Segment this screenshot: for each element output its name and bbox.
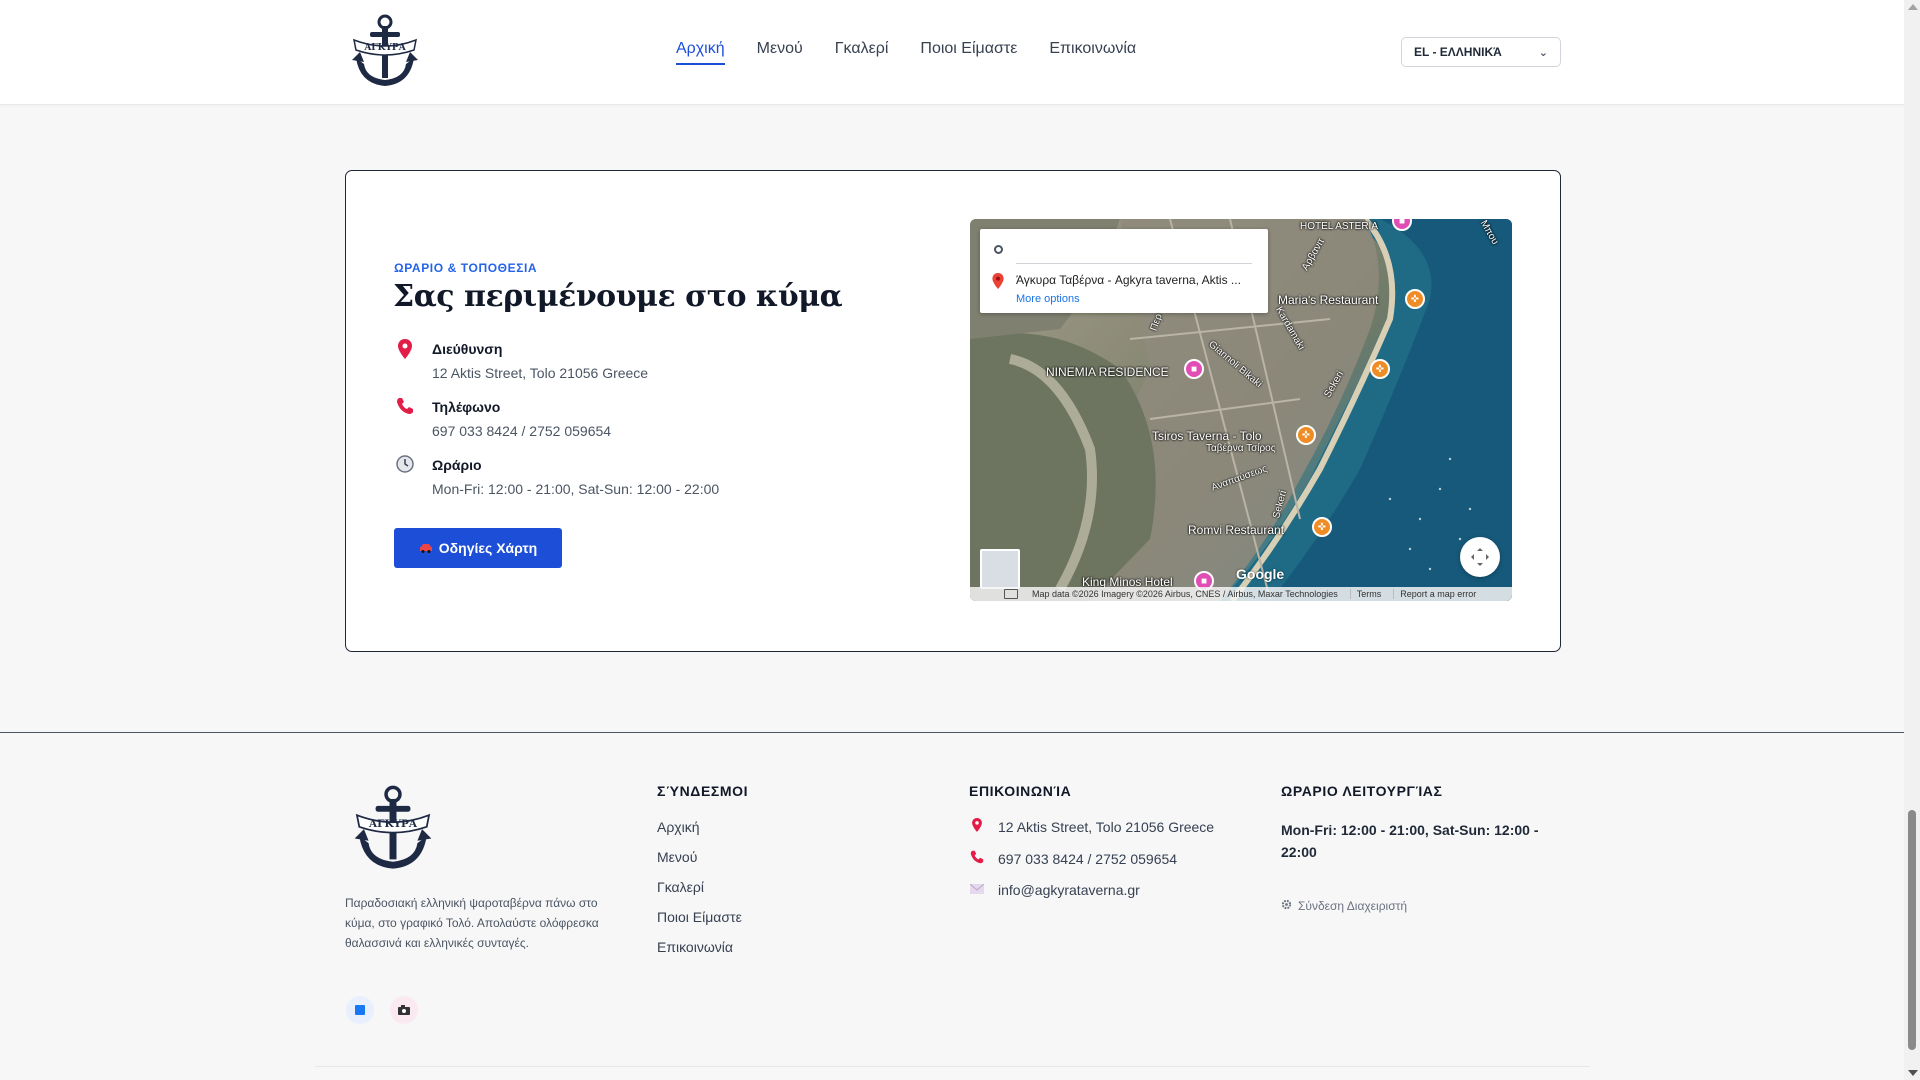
nav-contact[interactable]: Επικοινωνία [1049,40,1136,65]
nav-menu[interactable]: Μενού [757,40,803,65]
scroll-up-arrow-icon[interactable] [1908,4,1918,10]
envelope-icon [969,883,985,897]
phone-icon [970,850,984,867]
footer-email: info@agkyrataverna.gr [969,882,1140,898]
map-attribution: Map data ©2026 Imagery ©2026 Airbus, CNE… [970,587,1512,601]
admin-login-label: Σύνδεση Διαχειριστή [1298,899,1408,913]
address-value: 12 Aktis Street, Tolo 21056 Greece [432,365,649,381]
map-label-tsiros: Tsiros Taverna - Tolo [1152,429,1262,443]
location-card: ΩΡΑΡΙΟ & ΤΟΠΟΘΕΣΙΑ Σας περιμένουμε στο κ… [345,170,1561,652]
report-map-error-link[interactable]: Report a map error [1393,589,1476,599]
phone-icon [394,397,416,439]
hotel-marker-icon[interactable]: ■ [1184,359,1204,379]
svg-text:ΑΓΚΥΡΑ: ΑΓΚΥΡΑ [363,43,406,53]
chevron-down-icon: ⌄ [1538,46,1548,59]
site-header: ΑΓΚΥΡΑ Αρχική Μενού Γκαλερί Ποιοι Είμαστ… [0,0,1904,105]
footer-anchor-logo: ΑΓΚΥΡΑ [354,785,432,869]
svg-text:ΑΓΚΥΡΑ: ΑΓΚΥΡΑ [368,818,418,830]
section-heading: Σας περιμένουμε στο κύμα [393,279,843,314]
footer-divider [0,732,1904,733]
footer-link-contact[interactable]: Επικοινωνία [657,938,742,956]
scrollbar-thumb[interactable] [1908,810,1916,1050]
restaurant-marker-icon[interactable]: ✜ [1312,517,1332,537]
footer-address-text: 12 Aktis Street, Tolo 21056 Greece [998,818,1215,835]
language-selected: EL - ΕΛΛΗΝΙΚΆ [1414,45,1502,59]
nav-home[interactable]: Αρχική [676,40,725,65]
facebook-icon[interactable] [346,996,374,1024]
directions-button[interactable]: Οδηγίες Χάρτη [394,528,562,568]
footer-email-text[interactable]: info@agkyrataverna.gr [998,882,1140,898]
address-info: Διεύθυνση 12 Aktis Street, Tolo 21056 Gr… [394,339,648,381]
restaurant-marker-icon[interactable]: ✜ [1370,359,1390,379]
restaurant-marker-icon[interactable]: ✜ [1405,289,1425,309]
restaurant-marker-icon[interactable]: ✜ [1296,425,1316,445]
instagram-icon[interactable] [390,996,418,1024]
footer-phone: 697 033 8424 / 2752 059654 [970,850,1177,867]
map-label-romvi: Romvi Restaurant [1188,523,1285,537]
more-options-link[interactable]: More options [1016,293,1080,305]
language-select[interactable]: EL - ΕΛΛΗΝΙΚΆ ⌄ [1401,37,1561,67]
keyboard-icon[interactable] [1004,589,1018,599]
main-nav: Αρχική Μενού Γκαλερί Ποιοι Είμαστε Επικο… [676,40,1136,65]
footer-link-menu[interactable]: Μενού [657,848,742,866]
embedded-map[interactable]: Άγκυρα Ταβέρνα - Agkyra taverna, Aktis .… [970,219,1512,601]
links-title: ΣΎΝΔΕΣΜΟΙ [657,783,749,799]
footer-description: Παραδοσιακή ελληνική ψαροταβέρνα πάνω στ… [345,896,599,950]
footer-phone-text[interactable]: 697 033 8424 / 2752 059654 [998,851,1177,867]
anchor-logo[interactable]: ΑΓΚΥΡΑ [348,10,422,92]
google-logo: Google [1236,566,1285,582]
address-label: Διεύθυνση [432,341,503,357]
destination-name: Άγκυρα Ταβέρνα - Agkyra taverna, Aktis .… [1016,273,1241,287]
map-label-ninemia: NINEMIA RESIDENCE [1046,365,1169,379]
fullscreen-icon[interactable] [1460,537,1500,577]
footer-links: Αρχική Μενού Γκαλερί Ποιοι Είμαστε Επικο… [657,818,742,956]
hours-info: Ωράριο Mon-Fri: 12:00 - 21:00, Sat-Sun: … [394,455,719,497]
footer-link-gallery[interactable]: Γκαλερί [657,878,742,896]
nav-about[interactable]: Ποιοι Είμαστε [920,40,1017,65]
gear-icon [1281,899,1292,913]
origin-circle-icon [994,245,1003,254]
footer-bottom-divider [315,1066,1590,1067]
hours-title: ΩΡΑΡΙΟ ΛΕΙΤΟΥΡΓΊΑΣ [1281,783,1443,799]
map-label-hotel-asteria: HOTEL ASTERIA [1300,221,1378,232]
car-icon [419,540,433,556]
footer-link-about[interactable]: Ποιοι Είμαστε [657,908,742,926]
phone-value[interactable]: 697 033 8424 / 2752 059654 [432,423,611,439]
map-data-text: Map data ©2026 Imagery ©2026 Airbus, CNE… [1032,589,1338,599]
map-pin-icon [394,339,416,381]
footer-hours-text: Mon-Fri: 12:00 - 21:00, Sat-Sun: 12:00 -… [1281,822,1539,860]
section-eyebrow: ΩΡΑΡΙΟ & ΤΟΠΟΘΕΣΙΑ [394,261,538,275]
map-pin-icon [970,818,984,835]
destination-pin-icon [992,273,1004,292]
clock-icon [394,455,416,497]
page-scrollbar[interactable] [1904,0,1920,1080]
map-label-marias: Maria's Restaurant [1278,293,1379,307]
map-type-toggle[interactable] [980,549,1020,589]
footer-link-home[interactable]: Αρχική [657,818,742,836]
contact-title: ΕΠΙΚΟΙΝΩΝΊΑ [969,783,1072,799]
admin-login-link[interactable]: Σύνδεση Διαχειριστή [1281,899,1407,913]
directions-card: Άγκυρα Ταβέρνα - Agkyra taverna, Aktis .… [980,229,1268,313]
hours-label: Ωράριο [432,457,482,473]
phone-label: Τηλέφωνο [432,399,501,415]
nav-gallery[interactable]: Γκαλερί [835,40,889,65]
scroll-down-arrow-icon[interactable] [1908,1070,1918,1076]
map-label-tsiros-gr: Ταβέρνα Τσίρος [1206,443,1276,454]
hours-value: Mon-Fri: 12:00 - 21:00, Sat-Sun: 12:00 -… [432,481,720,497]
map-terms-link[interactable]: Terms [1349,589,1381,599]
directions-label: Οδηγίες Χάρτη [438,540,538,556]
phone-info: Τηλέφωνο 697 033 8424 / 2752 059654 [394,397,611,439]
footer-address: 12 Aktis Street, Tolo 21056 Greece [970,818,1214,835]
